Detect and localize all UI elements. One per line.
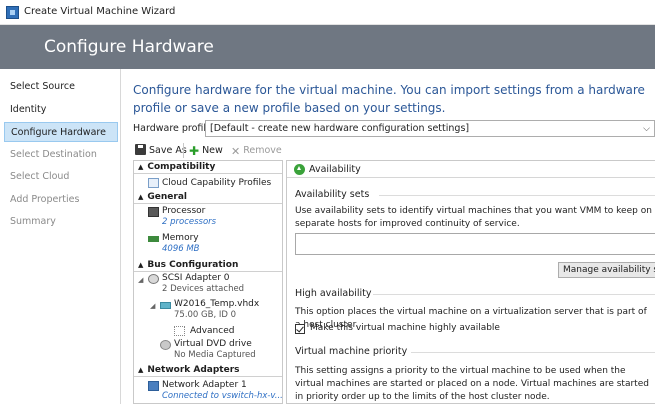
hardware-profile-label: Hardware profile: <box>133 123 216 134</box>
availability-sets-description: Use availability sets to identify virtua… <box>295 206 652 229</box>
intro-text: Configure hardware for the virtual machi… <box>133 83 645 115</box>
collapse-icon: ▲ <box>138 261 144 269</box>
nav-item-select-destination: Select Destination <box>10 149 97 160</box>
chevron-down-icon: ⌵ <box>643 124 650 134</box>
advanced-settings-icon <box>174 326 185 336</box>
toolbar-divider <box>183 143 184 158</box>
section-bus-configuration[interactable]: ▲ Bus Configuration <box>134 259 282 272</box>
section-compatibility[interactable]: ▲ Compatibility <box>134 161 282 174</box>
section-general[interactable]: ▲ General <box>134 191 282 204</box>
high-availability-checkbox[interactable] <box>295 324 305 334</box>
add-icon: ✚ <box>189 144 200 158</box>
vm-priority-description: This setting assigns a priority to the v… <box>295 366 649 402</box>
processor-icon <box>148 207 159 217</box>
availability-icon <box>294 164 305 175</box>
nav-item-select-cloud: Select Cloud <box>10 171 70 182</box>
group-divider <box>379 195 655 196</box>
cloud-icon <box>148 178 159 188</box>
section-network-adapters[interactable]: ▲ Network Adapters <box>134 364 282 377</box>
hard-disk-icon <box>160 302 171 309</box>
expand-icon[interactable]: ◢ <box>138 276 143 284</box>
tree-item-cloud-capability[interactable]: Cloud Capability Profiles <box>148 177 282 190</box>
window-title: Create Virtual Machine Wizard <box>24 6 176 17</box>
hardware-toolbar: Save As ✚ New ✕ Remove <box>133 142 653 160</box>
high-availability-checkbox-label[interactable]: Make this virtual machine highly availab… <box>310 323 500 333</box>
main-content: Configure hardware for the virtual machi… <box>122 69 655 404</box>
nav-item-identity[interactable]: Identity <box>4 100 118 120</box>
details-panel: Availability Availability sets Use avail… <box>286 160 655 404</box>
new-button[interactable]: ✚ New <box>189 144 223 158</box>
page-header: Configure Hardware <box>0 25 655 69</box>
tree-item-processor[interactable]: Processor 2 processors <box>148 206 282 230</box>
nav-item-add-properties: Add Properties <box>10 194 80 205</box>
dvd-icon <box>160 340 171 350</box>
tree-item-vhdx-disk[interactable]: W2016_Temp.vhdx 75.00 GB, ID 0 <box>160 299 282 323</box>
remove-button: ✕ Remove <box>231 145 282 158</box>
collapse-icon: ▲ <box>138 366 144 374</box>
details-header: Availability <box>287 161 655 178</box>
close-icon: ✕ <box>231 145 241 158</box>
collapse-icon: ▲ <box>138 163 144 171</box>
nav-item-select-source[interactable]: Select Source <box>4 77 118 97</box>
high-availability-heading: High availability <box>295 288 372 299</box>
tree-item-advanced[interactable]: Advanced <box>174 326 282 338</box>
group-divider <box>373 294 655 295</box>
tree-item-dvd-drive[interactable]: Virtual DVD drive No Media Captured <box>160 339 282 363</box>
vm-priority-heading: Virtual machine priority <box>295 346 408 357</box>
hardware-profile-value: [Default - create new hardware configura… <box>210 123 470 134</box>
expand-icon[interactable]: ◢ <box>150 302 155 310</box>
wizard-app-icon <box>6 6 19 19</box>
availability-sets-heading: Availability sets <box>295 189 370 200</box>
scsi-adapter-icon <box>148 274 159 284</box>
wizard-nav: Select Source Identity Configure Hardwar… <box>0 69 121 404</box>
collapse-icon: ▲ <box>138 193 144 201</box>
save-as-button[interactable]: Save As <box>135 144 187 158</box>
group-divider <box>411 352 655 353</box>
tree-item-scsi-adapter[interactable]: SCSI Adapter 02 Devices attached <box>148 273 282 297</box>
memory-icon <box>148 236 159 242</box>
hardware-tree: ▲ Compatibility Cloud Capability Profiles… <box>133 160 283 404</box>
save-icon <box>135 144 146 155</box>
title-bar: Create Virtual Machine Wizard <box>0 0 655 25</box>
details-title: Availability <box>309 164 361 175</box>
nav-item-summary: Summary <box>10 216 56 227</box>
page-title: Configure Hardware <box>44 37 214 57</box>
hardware-profile-select[interactable]: [Default - create new hardware configura… <box>205 120 655 137</box>
availability-sets-list[interactable] <box>295 233 655 255</box>
tree-item-memory[interactable]: Memory 4096 MB <box>148 233 282 257</box>
network-adapter-icon <box>148 381 159 391</box>
nav-item-configure-hardware[interactable]: Configure Hardware <box>4 122 118 142</box>
manage-availability-sets-button[interactable]: Manage availability sets <box>558 262 655 278</box>
tree-item-network-adapter[interactable]: Network Adapter 1 Connected to vswitch-hx… <box>148 380 282 403</box>
